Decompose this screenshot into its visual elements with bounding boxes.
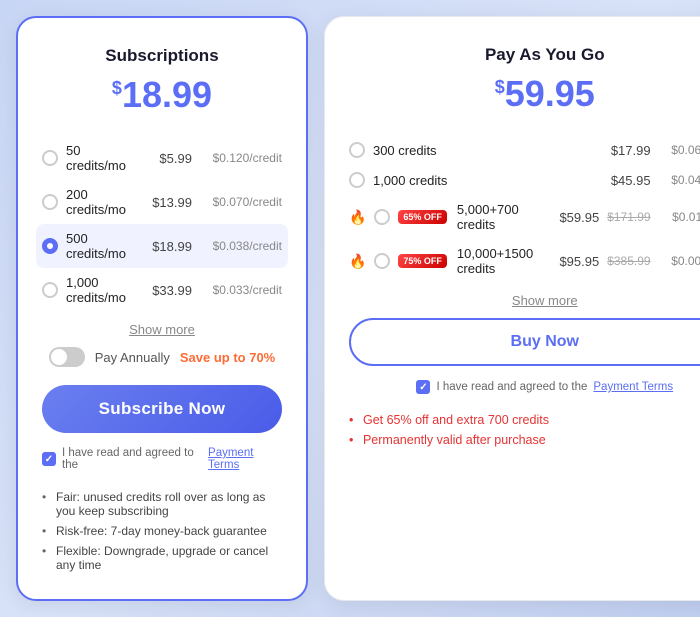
subscriptions-card: Subscriptions $18.99 50 credits/mo $5.99… [16,16,308,601]
terms-row-right: I have read and agreed to the Payment Te… [349,380,700,394]
price-symbol: $ [112,78,122,98]
plan-row[interactable]: 1,000 credits $45.95 $0.046/credit [349,165,700,195]
payg-card: Pay As You Go $59.95 300 credits $17.99 … [324,16,700,601]
plan-radio[interactable] [42,150,58,166]
terms-text-right: I have read and agreed to the [436,381,587,393]
plan-name: 10,000+1500 credits [457,246,533,276]
plan-credit: $0.060/credit [659,143,700,157]
payg-price: $59.95 [349,73,700,115]
plan-radio[interactable] [374,253,390,269]
plan-credit: $0.120/credit [200,151,282,165]
plan-price: $13.99 [134,195,192,210]
benefit-item: Risk-free: 7-day money-back guarantee [42,521,282,541]
plan-row-selected[interactable]: 500 credits/mo $18.99 $0.038/credit [36,224,288,268]
plan-name: 500 credits/mo [66,231,126,261]
toggle-label: Pay Annually [95,350,170,365]
save-label: Save up to 70% [180,350,275,365]
plan-credit: $0.038/credit [200,239,282,253]
plan-price: $5.99 [134,151,192,166]
plan-radio[interactable] [349,172,365,188]
plan-row-hot-2[interactable]: 🔥 75% OFF 10,000+1500 credits $95.95 $38… [349,239,700,283]
plan-radio[interactable] [349,142,365,158]
terms-link-right[interactable]: Payment Terms [593,381,673,393]
benefit-item: Fair: unused credits roll over as long a… [42,487,282,521]
plan-credit: $0.046/credit [659,173,700,187]
discount-badge: 75% OFF [398,254,447,268]
plan-list-right: 300 credits $17.99 $0.060/credit 1,000 c… [349,135,700,283]
annually-toggle[interactable] [49,347,85,367]
terms-checkbox-right[interactable] [416,380,430,394]
terms-checkbox-left[interactable] [42,452,56,466]
toggle-row: Pay Annually Save up to 70% [42,347,282,367]
subscriptions-title: Subscriptions [42,46,282,66]
subscribe-button[interactable]: Subscribe Now [42,385,282,433]
benefit-item: Flexible: Downgrade, upgrade or cancel a… [42,541,282,575]
strike-price: $385.99 [607,254,650,268]
plan-name: 300 credits [373,143,585,158]
plan-radio[interactable] [42,194,58,210]
plan-name: 1,000 credits/mo [66,275,126,305]
payg-benefits-list: Get 65% off and extra 700 credits Perman… [349,410,700,450]
plan-credit: $0.008/credit [659,254,700,268]
plan-radio[interactable] [42,282,58,298]
plan-row[interactable]: 300 credits $17.99 $0.060/credit [349,135,700,165]
plan-row[interactable]: 200 credits/mo $13.99 $0.070/credit [42,180,282,224]
plan-price: $18.99 [134,239,192,254]
fire-icon: 🔥 [349,209,366,226]
plan-credit: $0.070/credit [200,195,282,209]
subscriptions-price: $18.99 [42,74,282,116]
plan-price: $59.95 [541,210,599,225]
plan-name: 50 credits/mo [66,143,126,173]
terms-row-left: I have read and agreed to the Payment Te… [42,447,282,471]
payg-price-symbol: $ [495,77,505,97]
payg-title: Pay As You Go [349,45,700,65]
discount-badge: 65% OFF [398,210,447,224]
plan-credit: $0.033/credit [200,283,282,297]
plan-radio[interactable] [374,209,390,225]
plan-name: 1,000 credits [373,173,585,188]
plan-name: 200 credits/mo [66,187,126,217]
show-more-left[interactable]: Show more [42,322,282,337]
plan-price: $33.99 [134,283,192,298]
payg-benefit-item: Get 65% off and extra 700 credits [349,410,700,430]
plan-row-hot-1[interactable]: 🔥 65% OFF 5,000+700 credits $59.95 $171.… [349,195,700,239]
plan-row[interactable]: 1,000 credits/mo $33.99 $0.033/credit [42,268,282,312]
buy-button[interactable]: Buy Now [349,318,700,366]
payg-benefit-item: Permanently valid after purchase [349,430,700,450]
pricing-container: Subscriptions $18.99 50 credits/mo $5.99… [16,16,684,601]
show-more-right[interactable]: Show more [349,293,700,308]
plan-radio-checked[interactable] [42,238,58,254]
plan-price: $45.95 [593,173,651,188]
fire-icon: 🔥 [349,253,366,270]
plan-list-left: 50 credits/mo $5.99 $0.120/credit 200 cr… [42,136,282,312]
plan-row[interactable]: 50 credits/mo $5.99 $0.120/credit [42,136,282,180]
plan-price: $95.95 [541,254,599,269]
plan-price: $17.99 [593,143,651,158]
strike-price: $171.99 [607,210,650,224]
plan-credit: $0.011/credit [659,210,700,224]
benefits-list: Fair: unused credits roll over as long a… [42,487,282,575]
terms-text-left: I have read and agreed to the [62,447,202,471]
plan-name: 5,000+700 credits [457,202,533,232]
terms-link-left[interactable]: Payment Terms [208,447,282,471]
